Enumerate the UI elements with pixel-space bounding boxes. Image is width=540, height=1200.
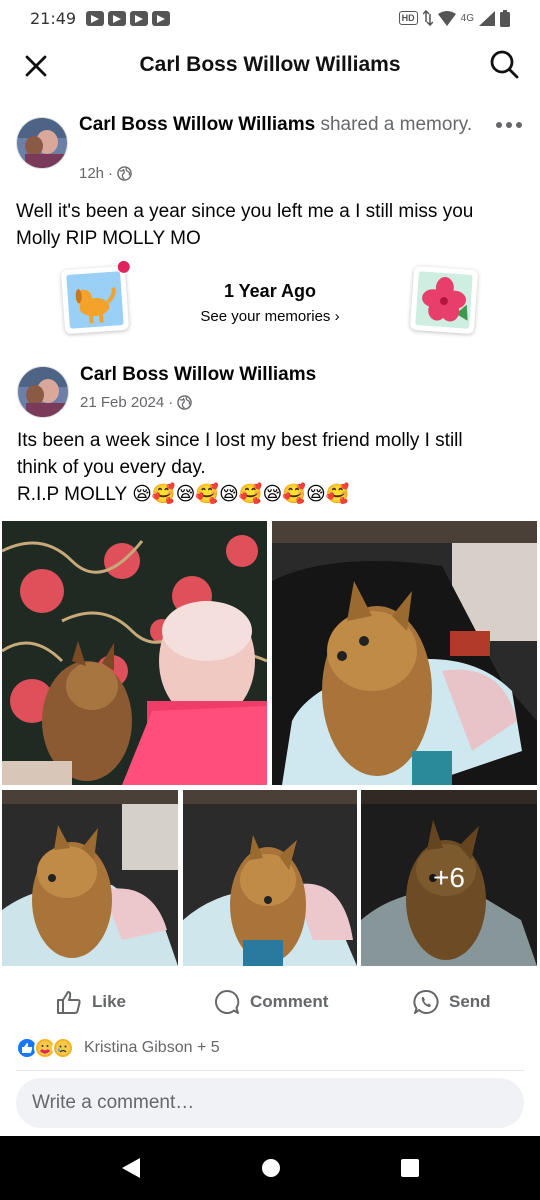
youtube-notification-icon xyxy=(152,10,171,26)
reaction-icons xyxy=(16,1037,74,1059)
globe-icon xyxy=(177,395,193,410)
top-app-bar: Carl Boss Willow Williams xyxy=(0,36,540,94)
reactions-label: Kristina Gibson + 5 xyxy=(84,1039,220,1056)
status-right: HD 4G xyxy=(398,9,510,27)
globe-icon xyxy=(117,166,132,181)
post-author[interactable]: Carl Boss Willow Williams xyxy=(79,114,315,135)
back-icon[interactable] xyxy=(120,1156,142,1180)
shared-text-line: think of you every day. xyxy=(17,457,206,478)
comment-icon xyxy=(215,989,240,1014)
comment-button[interactable]: Comment xyxy=(214,989,328,1015)
like-button[interactable]: Like xyxy=(56,989,126,1015)
avatar[interactable] xyxy=(16,117,68,169)
post-action-text: shared a memory. xyxy=(320,114,473,135)
post-meta: 12h · xyxy=(79,165,132,182)
shared-post-text: Its been a week since I lost my best fri… xyxy=(17,427,527,508)
whatsapp-icon xyxy=(413,989,439,1014)
chevron-right-icon: › xyxy=(334,308,340,325)
status-bar: 21:49 HD 4G xyxy=(0,0,540,36)
close-icon xyxy=(25,55,47,77)
post-actions-bar: Like Comment Send xyxy=(0,978,540,1026)
notification-dot xyxy=(117,260,131,274)
post-header-text: Carl Boss Willow Williams shared a memor… xyxy=(79,112,499,137)
comment-input[interactable]: Write a comment… xyxy=(16,1078,524,1128)
more-options-button[interactable] xyxy=(496,118,524,132)
post-text-line: Well it's been a year since you left me … xyxy=(16,201,474,222)
wifi-icon xyxy=(437,10,456,26)
photo-dog-2[interactable] xyxy=(183,790,357,966)
hd-badge: HD xyxy=(398,11,418,25)
hibiscus-photo-sticker-icon xyxy=(409,265,479,335)
comment-placeholder: Write a comment… xyxy=(32,1092,195,1113)
data-arrows-icon xyxy=(422,10,433,26)
like-label: Like xyxy=(92,992,127,1011)
signal-icon xyxy=(479,10,495,26)
system-nav-bar xyxy=(0,1136,540,1200)
more-dot xyxy=(516,122,522,128)
shared-post-date[interactable]: 21 Feb 2024 xyxy=(80,394,164,411)
photo-man-with-dog[interactable] xyxy=(2,521,267,785)
post-text: Well it's been a year since you left me … xyxy=(16,198,526,252)
photo-dog-1[interactable] xyxy=(2,790,178,966)
post-time[interactable]: 12h xyxy=(79,165,104,182)
more-photos-count: +6 xyxy=(361,790,537,966)
sad-reaction-icon xyxy=(52,1037,74,1059)
youtube-notification-icon xyxy=(86,10,105,26)
photo-dog-on-sofa[interactable] xyxy=(272,521,537,785)
shared-text-line: R.I.P MOLLY 😪🥰😪🥰😪🥰😪🥰😪🥰 xyxy=(17,484,350,505)
recents-icon[interactable] xyxy=(400,1158,420,1178)
search-icon xyxy=(490,50,519,79)
see-memories-label: See your memories xyxy=(200,308,331,325)
send-button[interactable]: Send xyxy=(413,989,491,1015)
status-time: 21:49 xyxy=(30,8,77,28)
avatar[interactable] xyxy=(17,366,69,418)
dog-photo-sticker-icon xyxy=(60,260,131,335)
shared-post-author[interactable]: Carl Boss Willow Williams xyxy=(80,364,316,386)
post-text-line: Molly RIP MOLLY MO xyxy=(16,228,201,249)
see-memories-link[interactable]: See your memories › xyxy=(170,308,370,325)
comment-label: Comment xyxy=(250,992,329,1011)
memory-title: 1 Year Ago xyxy=(223,281,317,301)
youtube-notification-icon xyxy=(130,10,149,26)
battery-icon xyxy=(500,9,510,27)
youtube-notification-icon xyxy=(108,10,127,26)
thumbs-up-icon xyxy=(57,991,81,1014)
reactions-summary[interactable]: Kristina Gibson + 5 xyxy=(16,1037,220,1059)
more-dot xyxy=(496,122,502,128)
search-button[interactable] xyxy=(486,46,522,82)
notification-icons xyxy=(86,10,171,26)
close-button[interactable] xyxy=(18,48,54,84)
meta-separator: · xyxy=(108,165,114,182)
divider xyxy=(16,1070,524,1071)
network-label: 4G xyxy=(460,12,474,24)
page-title: Carl Boss Willow Williams xyxy=(139,53,401,76)
photo-dog-3-more[interactable]: +6 xyxy=(361,790,537,966)
home-icon[interactable] xyxy=(261,1158,281,1178)
memories-banner[interactable]: 1 Year Ago See your memories › xyxy=(0,260,540,342)
shared-text-line: Its been a week since I lost my best fri… xyxy=(17,430,463,451)
shared-post-meta: 21 Feb 2024 · xyxy=(80,394,193,411)
meta-separator: · xyxy=(168,394,174,411)
send-label: Send xyxy=(449,992,491,1011)
more-dot xyxy=(506,122,512,128)
